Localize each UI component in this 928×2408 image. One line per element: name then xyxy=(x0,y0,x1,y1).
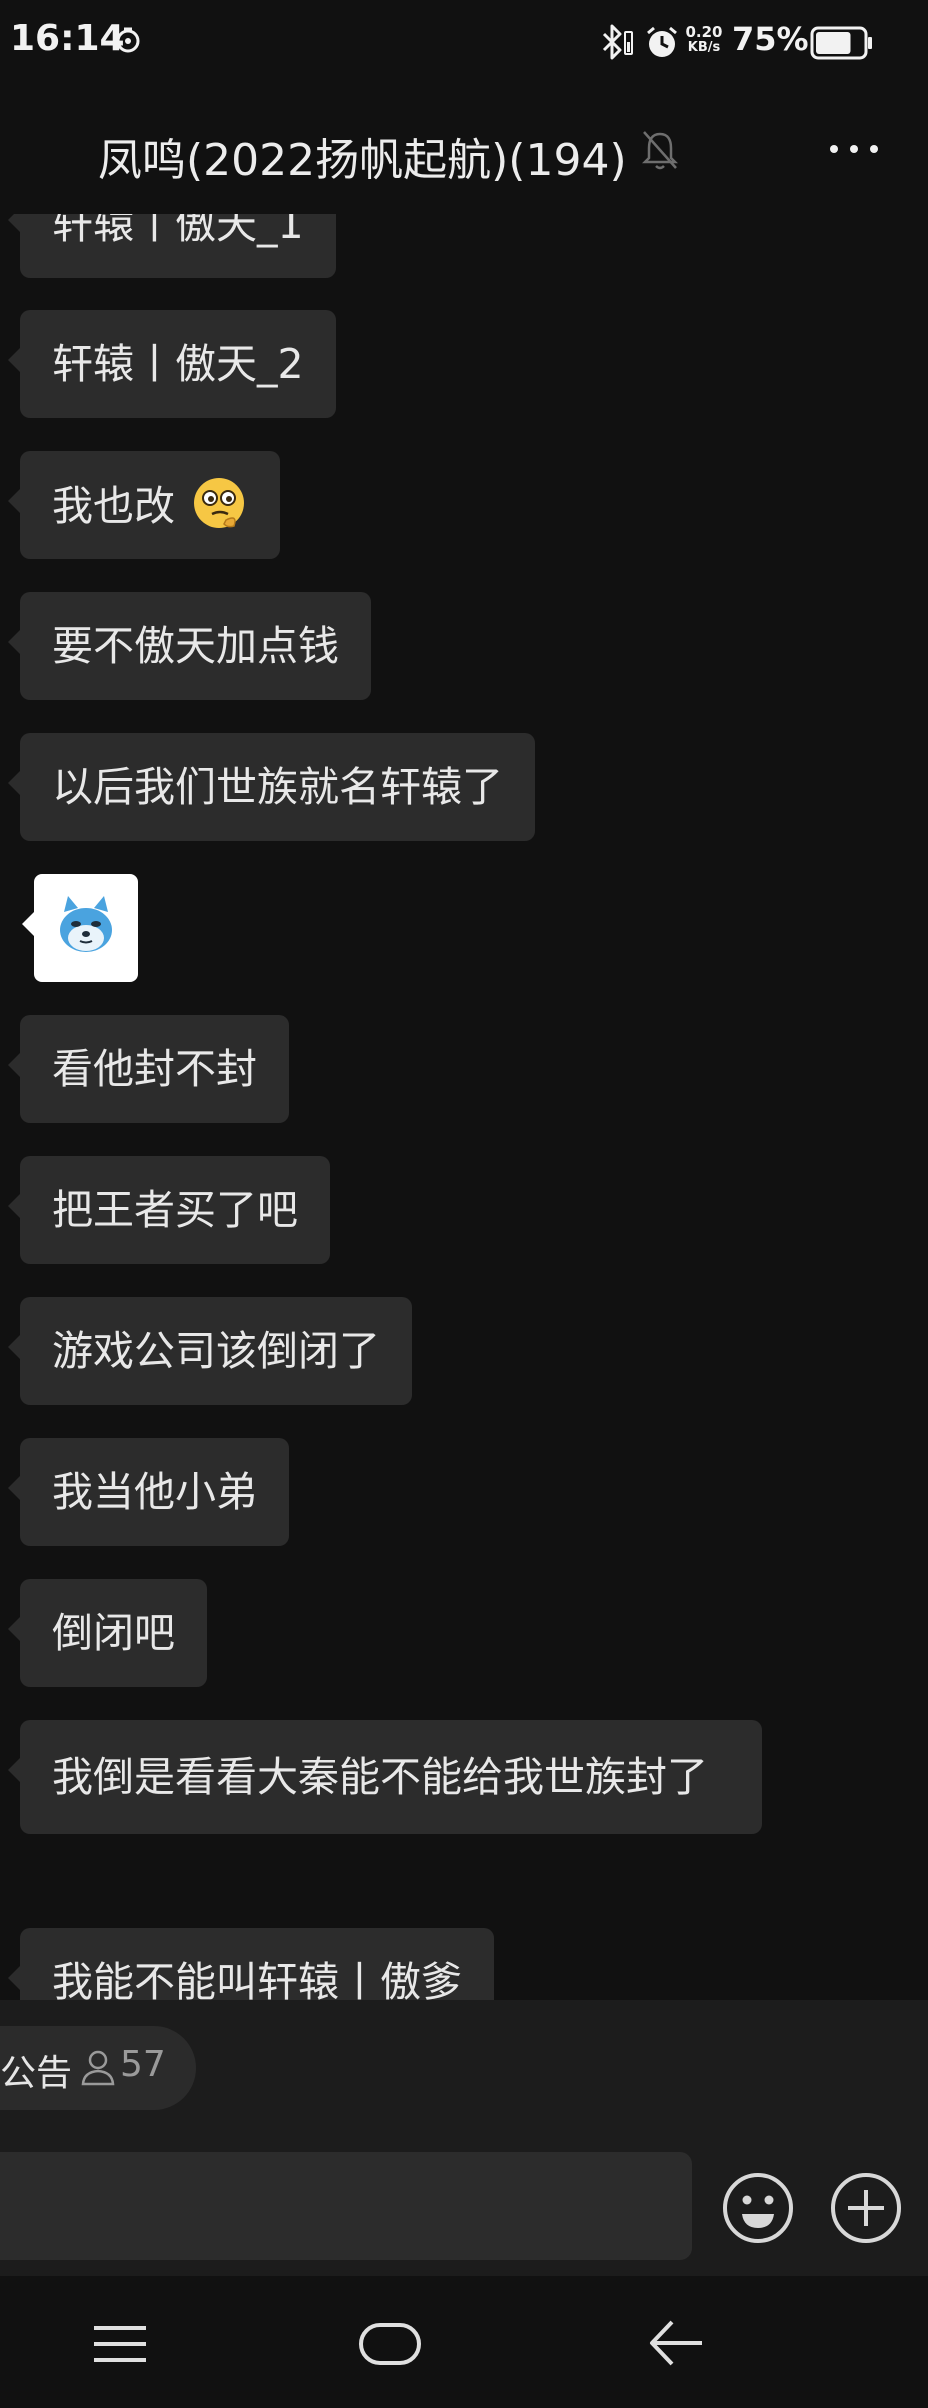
status-bar: 16:14 0.20 KB/s 75% xyxy=(0,0,928,84)
message-text: 我当他小弟 xyxy=(52,1468,257,1516)
member-count: 57 xyxy=(120,2044,166,2085)
message-bubble[interactable]: 看他封不封 xyxy=(8,1015,289,1123)
announcement-chip[interactable]: 公告 57 xyxy=(0,2026,196,2110)
sync-icon xyxy=(116,27,140,53)
plus-icon[interactable] xyxy=(828,2170,904,2246)
message-list[interactable]: 轩辕丨傲天_1 轩辕丨傲天_2 我也改 要不傲天加点钱 以后我们世族就名轩辕了 xyxy=(0,214,928,2000)
menu-icon[interactable] xyxy=(92,2324,148,2364)
network-speed: 0.20 KB/s xyxy=(684,24,724,56)
message-text: 游戏公司该倒闭了 xyxy=(52,1327,380,1375)
message-text: 看他封不封 xyxy=(52,1045,257,1093)
message-text: 倒闭吧 xyxy=(52,1609,175,1657)
home-icon[interactable] xyxy=(358,2320,422,2368)
network-speed-unit: KB/s xyxy=(687,40,721,55)
message-bubble[interactable]: 以后我们世族就名轩辕了 xyxy=(8,733,535,841)
back-icon[interactable] xyxy=(646,2316,704,2370)
message-text: 我能不能叫轩辕丨傲爹 xyxy=(52,1958,462,2000)
message-bubble[interactable]: 轩辕丨傲天_2 xyxy=(8,310,336,418)
chat-title[interactable]: 凤鸣(2022扬帆起航)(194) xyxy=(98,124,627,188)
sticker-message[interactable] xyxy=(22,874,138,982)
status-time: 16:14 xyxy=(10,18,125,59)
message-bubble[interactable]: 我当他小弟 xyxy=(8,1438,289,1546)
message-text: 轩辕丨傲天_2 xyxy=(52,340,304,388)
system-nav-bar xyxy=(0,2276,928,2408)
message-bubble[interactable]: 游戏公司该倒闭了 xyxy=(8,1297,412,1405)
announcement-label: 公告 xyxy=(0,2053,73,2094)
more-icon[interactable] xyxy=(824,124,884,174)
message-bubble[interactable]: 我也改 xyxy=(7,451,281,559)
message-text: 我也改 xyxy=(52,482,175,530)
message-bubble[interactable]: 要不傲天加点钱 xyxy=(8,592,371,700)
message-bubble[interactable]: 把王者买了吧 xyxy=(8,1156,330,1264)
battery-icon xyxy=(810,26,872,60)
message-text: 要不傲天加点钱 xyxy=(52,622,339,670)
mute-bell-icon xyxy=(641,131,679,170)
message-bubble[interactable]: 倒闭吧 xyxy=(8,1579,207,1687)
thinking-face-emoji xyxy=(194,478,245,528)
message-text: 我倒是看看大秦能不能给我世族封了 xyxy=(52,1753,708,1801)
chat-screen: 16:14 0.20 KB/s 75% 凤鸣(2022扬帆起航)(194) 轩辕… xyxy=(0,0,928,2408)
chat-header: 凤鸣(2022扬帆起航)(194) xyxy=(0,100,928,200)
emoji-icon[interactable] xyxy=(720,2170,796,2246)
message-input[interactable] xyxy=(0,2152,692,2260)
battery-percent: 75% xyxy=(732,20,809,58)
member-icon xyxy=(81,2050,115,2086)
message-text: 把王者买了吧 xyxy=(52,1186,298,1234)
network-speed-value: 0.20 xyxy=(685,23,723,41)
message-bubble[interactable]: 我倒是看看大秦能不能给我世族封了 xyxy=(8,1720,762,1834)
bluetooth-icon xyxy=(602,24,633,60)
message-bubble[interactable]: 我能不能叫轩辕丨傲爹 xyxy=(8,1928,494,2000)
alarm-icon xyxy=(647,26,677,57)
message-text: 以后我们世族就名轩辕了 xyxy=(52,763,503,811)
message-text: 轩辕丨傲天_1 xyxy=(52,214,304,248)
message-bubble[interactable]: 轩辕丨傲天_1 xyxy=(8,214,336,278)
doge-sticker xyxy=(60,896,112,952)
